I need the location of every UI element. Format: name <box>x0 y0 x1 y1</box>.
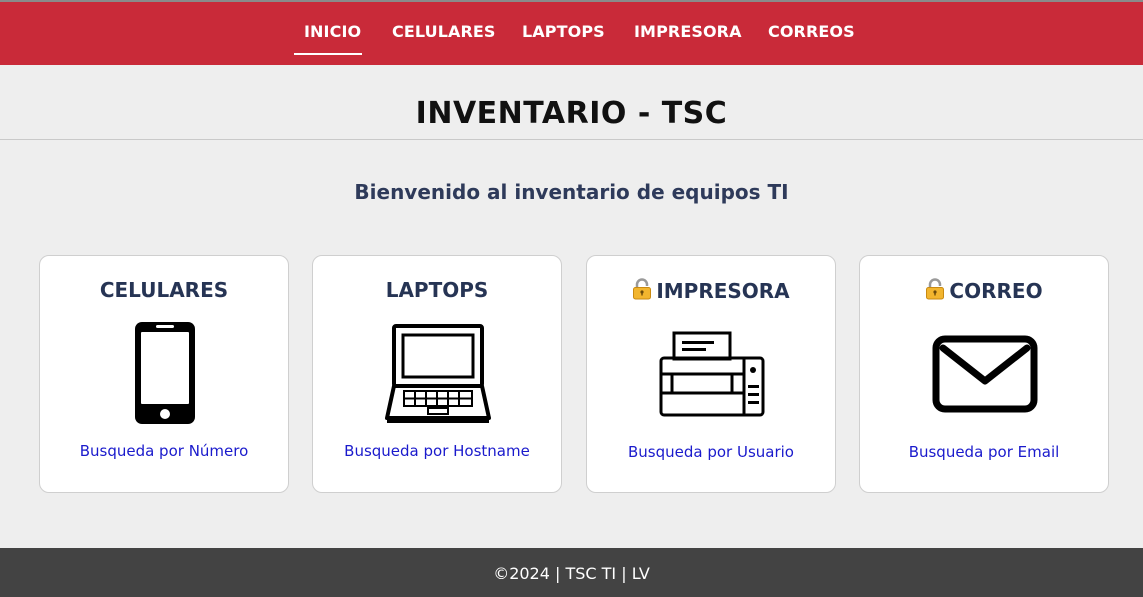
envelope-icon <box>932 335 1038 413</box>
card-impresora[interactable]: IMPRESORA Busqueda por Usuario <box>586 255 836 493</box>
card-celulares[interactable]: CELULARES Busqueda por Número <box>39 255 289 493</box>
search-by-number-link[interactable]: Busqueda por Número <box>40 442 288 460</box>
search-by-user-link[interactable]: Busqueda por Usuario <box>587 443 835 461</box>
search-by-email-link[interactable]: Busqueda por Email <box>860 443 1108 461</box>
search-by-hostname-link[interactable]: Busqueda por Hostname <box>313 442 561 460</box>
card-title: IMPRESORA <box>587 278 835 303</box>
main-nav: INICIO CELULARES LAPTOPS IMPRESORA CORRE… <box>0 2 1143 65</box>
card-title: LAPTOPS <box>313 278 561 302</box>
card-title-text: LAPTOPS <box>385 278 489 302</box>
nav-item-correos[interactable]: CORREOS <box>768 22 855 41</box>
lock-icon <box>633 278 652 300</box>
card-correo[interactable]: CORREO Busqueda por Email <box>859 255 1109 493</box>
card-laptops[interactable]: LAPTOPS Busqueda por Hostname <box>312 255 562 493</box>
nav-item-laptops[interactable]: LAPTOPS <box>522 22 605 41</box>
lock-icon <box>926 278 945 300</box>
title-divider <box>0 139 1143 140</box>
smartphone-icon <box>135 322 195 424</box>
printer-icon <box>659 331 765 417</box>
card-title-text: CORREO <box>949 279 1043 303</box>
welcome-message: Bienvenido al inventario de equipos TI <box>354 180 789 204</box>
card-title-text: CELULARES <box>99 278 229 302</box>
card-title-text: IMPRESORA <box>656 279 790 303</box>
card-title: CELULARES <box>40 278 288 302</box>
nav-item-inicio[interactable]: INICIO <box>304 22 361 41</box>
footer: ©2024 | TSC TI | LV <box>0 548 1143 597</box>
laptop-icon <box>385 324 491 423</box>
card-title: CORREO <box>860 278 1108 303</box>
nav-item-impresora[interactable]: IMPRESORA <box>634 22 742 41</box>
page-title: INVENTARIO - TSC <box>415 96 728 131</box>
footer-copyright: ©2024 | TSC TI | LV <box>493 564 650 583</box>
top-navbar: INICIO CELULARES LAPTOPS IMPRESORA CORRE… <box>0 0 1143 65</box>
nav-item-celulares[interactable]: CELULARES <box>392 22 496 41</box>
active-nav-indicator <box>294 53 362 55</box>
